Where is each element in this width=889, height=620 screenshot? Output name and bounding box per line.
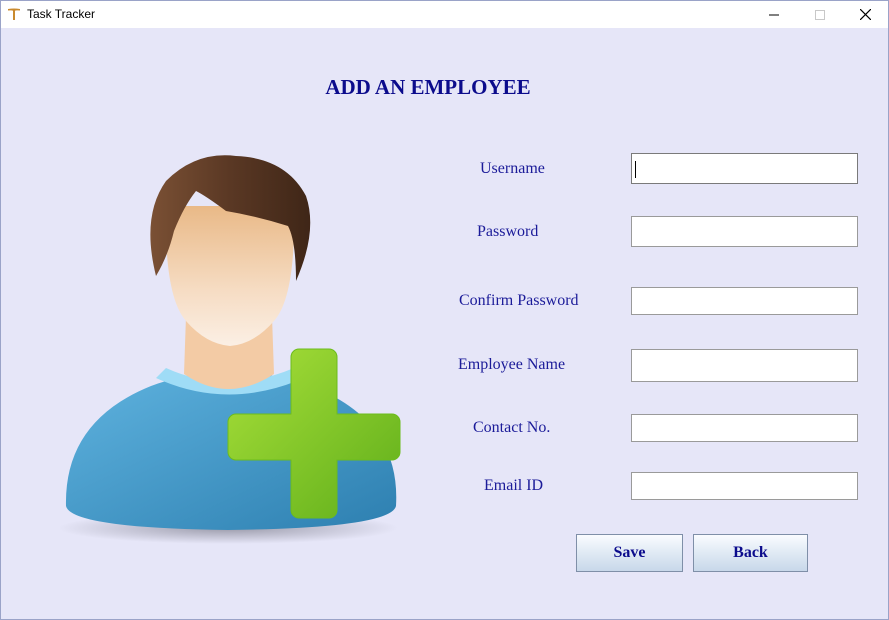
- close-icon: [859, 9, 871, 20]
- save-button[interactable]: Save: [576, 534, 683, 572]
- contact-no-label: Contact No.: [473, 419, 551, 436]
- username-label: Username: [480, 160, 545, 177]
- add-user-illustration: [58, 155, 401, 544]
- app-icon: [8, 8, 20, 20]
- window-title: Task Tracker: [27, 7, 96, 21]
- minimize-button[interactable]: [751, 1, 797, 28]
- app-window: Task Tracker ADD AN EMPLOYEE Username Pa…: [0, 0, 889, 620]
- password-label: Password: [477, 223, 539, 240]
- minimize-icon: [769, 14, 779, 15]
- title-bar[interactable]: Task Tracker: [1, 1, 888, 28]
- username-input[interactable]: [631, 153, 858, 184]
- employee-name-input[interactable]: [631, 349, 858, 382]
- confirm-password-label: Confirm Password: [459, 292, 579, 309]
- password-input[interactable]: [631, 216, 858, 247]
- email-id-label: Email ID: [484, 477, 544, 494]
- text-caret: [635, 161, 636, 178]
- contact-no-input[interactable]: [631, 414, 858, 442]
- employee-name-label: Employee Name: [458, 356, 566, 373]
- avatar-face: [165, 206, 295, 346]
- back-button[interactable]: Back: [693, 534, 808, 572]
- maximize-icon: [815, 9, 825, 20]
- maximize-button[interactable]: [797, 1, 843, 28]
- close-button[interactable]: [842, 1, 888, 28]
- confirm-password-input[interactable]: [631, 287, 858, 315]
- email-id-input[interactable]: [631, 472, 858, 500]
- page-title: ADD AN EMPLOYEE: [325, 75, 531, 99]
